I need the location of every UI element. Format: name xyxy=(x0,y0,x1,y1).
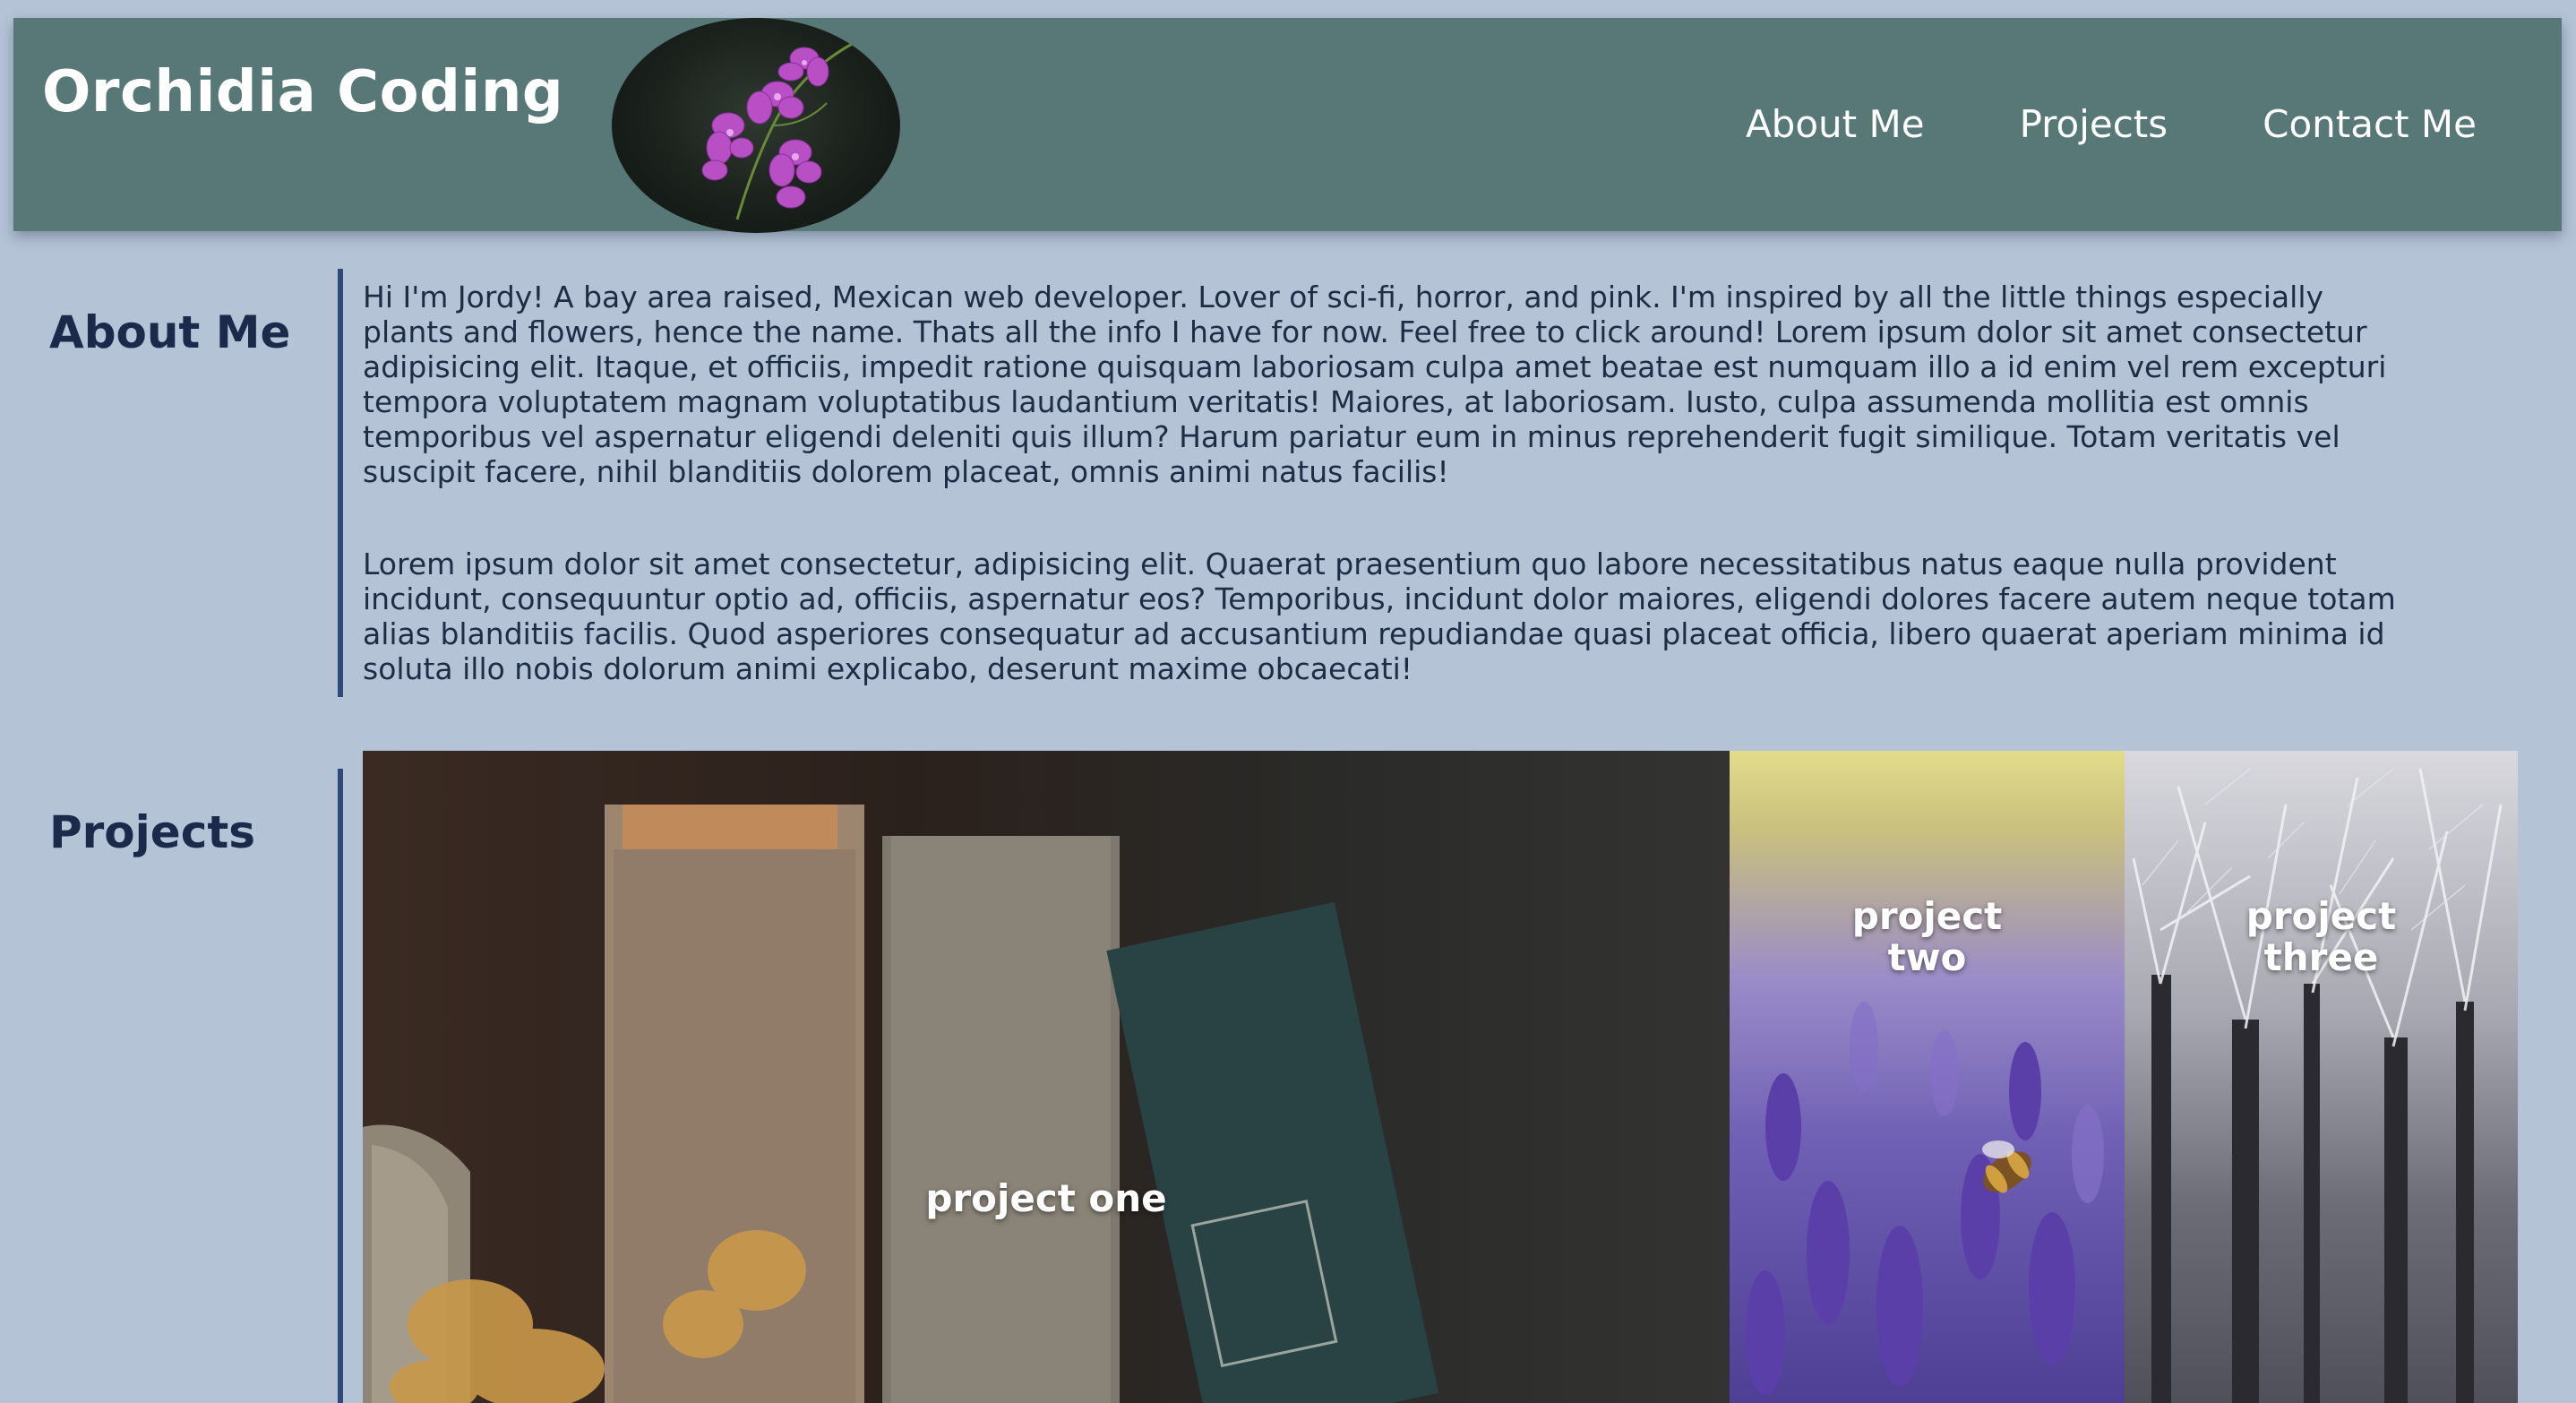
project-two-label-text: project two xyxy=(1851,894,2003,979)
nav-contact-me[interactable]: Contact Me xyxy=(2263,102,2477,146)
orchid-logo-icon xyxy=(612,18,900,233)
main-nav: About Me Projects Contact Me xyxy=(1746,102,2477,146)
books-image xyxy=(363,805,1439,1403)
project-three-label-text: project three xyxy=(2245,894,2397,979)
about-paragraph-1: Hi I'm Jordy! A bay area raised, Mexican… xyxy=(363,280,2387,489)
project-two-card[interactable]: project two xyxy=(1730,751,2125,1403)
projects-gallery: project one project two project three xyxy=(363,751,2518,1403)
about-paragraph-2: Lorem ipsum dolor sit amet consectetur, … xyxy=(363,547,2396,686)
project-two-label[interactable]: project two xyxy=(1730,896,2125,978)
about-text: Hi I'm Jordy! A bay area raised, Mexican… xyxy=(363,280,2414,744)
nav-about-me[interactable]: About Me xyxy=(1746,102,1925,146)
lavender-image xyxy=(1746,1002,2104,1396)
projects-divider xyxy=(338,769,343,1403)
site-header: Orchidia Coding About Me Projects Contac… xyxy=(13,18,2562,233)
projects-heading: Projects xyxy=(49,806,256,858)
project-one-label[interactable]: project one xyxy=(363,1178,1730,1219)
project-three-card[interactable]: project three xyxy=(2125,751,2518,1403)
frost-trees-image xyxy=(2132,768,2503,1403)
project-one-card[interactable]: project one xyxy=(363,751,1730,1403)
about-heading: About Me xyxy=(49,306,291,358)
nav-projects[interactable]: Projects xyxy=(2020,102,2168,146)
site-title: Orchidia Coding xyxy=(42,59,564,125)
project-three-label[interactable]: project three xyxy=(2125,896,2518,978)
about-divider xyxy=(338,269,343,697)
